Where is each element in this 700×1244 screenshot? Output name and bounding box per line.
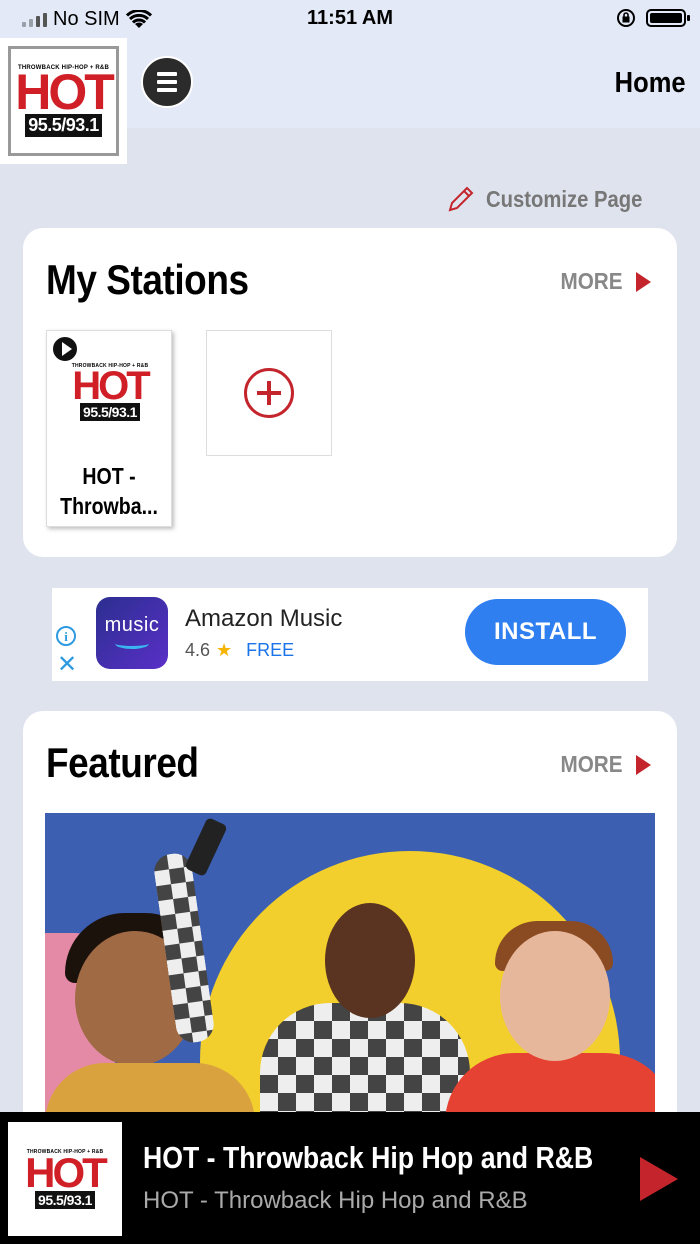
more-label: MORE [560, 751, 623, 777]
page-title: Home [615, 67, 686, 99]
status-time: 11:51 AM [307, 7, 393, 29]
now-playing-bar[interactable]: THROWBACK HIP-HOP + R&B HOT 95.5/93.1 HO… [0, 1112, 700, 1244]
add-station-button[interactable] [206, 330, 332, 456]
close-icon[interactable]: ✕ [57, 653, 77, 677]
ad-price: FREE [246, 640, 295, 660]
logo-wordmark: HOT [15, 64, 115, 121]
arrow-right-icon [636, 754, 651, 775]
featured-card: Featured MORE [23, 711, 677, 1131]
status-right [616, 8, 690, 28]
customize-page-link[interactable]: Customize Page [446, 184, 664, 214]
station-logo[interactable]: THROWBACK HIP-HOP + R&B HOT 95.5/93.1 [0, 38, 127, 164]
featured-image[interactable] [45, 813, 655, 1131]
station-logo-thumb: THROWBACK HIP-HOP + R&B HOT 95.5/93.1 [71, 363, 151, 421]
customize-label: Customize Page [486, 185, 643, 212]
install-button[interactable]: INSTALL [465, 599, 626, 665]
more-label: MORE [560, 268, 623, 294]
info-icon[interactable]: i [56, 626, 76, 646]
add-circle-icon [244, 368, 294, 418]
station-name: HOT - Throwba... [60, 463, 158, 519]
play-icon[interactable] [640, 1157, 678, 1201]
pencil-icon [448, 186, 474, 212]
featured-title: Featured [46, 739, 199, 786]
now-playing-subtitle: HOT - Throwback Hip Hop and R&B [143, 1187, 528, 1214]
my-stations-card: My Stations MORE THROWBACK HIP-HOP + R&B… [23, 228, 677, 557]
now-playing-title: HOT - Throwback Hip Hop and R&B [143, 1140, 594, 1175]
now-playing-logo: THROWBACK HIP-HOP + R&B HOT 95.5/93.1 [8, 1122, 122, 1236]
status-bar: No SIM 11:51 AM [0, 0, 700, 40]
my-stations-title: My Stations [46, 256, 249, 303]
my-stations-more-link[interactable]: MORE [557, 268, 651, 295]
ad-app-name: Amazon Music [185, 605, 343, 632]
amazon-music-app-icon: music [96, 597, 168, 669]
battery-icon [646, 9, 690, 27]
play-icon[interactable] [51, 335, 79, 363]
logo-frequencies: 95.5/93.1 [25, 113, 102, 137]
ad-rating: 4.6 [185, 640, 211, 660]
ad-banner[interactable]: i ✕ music Amazon Music 4.6 ★ FREE INSTALL [52, 588, 648, 681]
menu-button[interactable] [141, 56, 193, 108]
ad-rating-row: 4.6 ★ FREE [185, 640, 294, 661]
star-icon: ★ [216, 640, 233, 660]
arrow-right-icon [636, 271, 651, 292]
rotation-lock-icon [617, 9, 635, 27]
station-tile[interactable]: THROWBACK HIP-HOP + R&B HOT 95.5/93.1 HO… [46, 330, 172, 527]
featured-more-link[interactable]: MORE [557, 751, 651, 778]
